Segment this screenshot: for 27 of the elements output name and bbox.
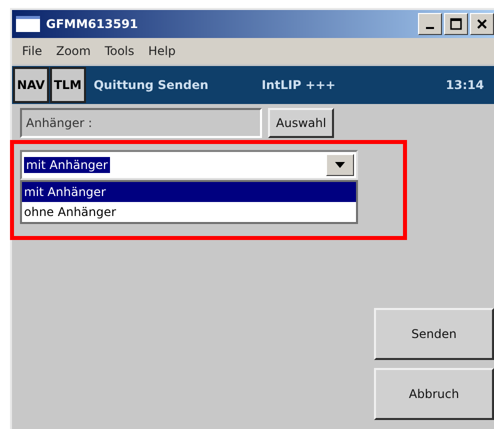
menu-item[interactable]: Zoom (56, 44, 91, 58)
menu-item[interactable]: Help (148, 44, 176, 58)
dropdown-option[interactable]: ohne Anhänger (22, 202, 356, 222)
close-button[interactable] (470, 13, 494, 35)
minimize-button[interactable] (418, 13, 442, 35)
dropdown-option[interactable]: mit Anhänger (22, 182, 356, 202)
cancel-button[interactable]: Abbruch (374, 368, 494, 420)
trailer-field[interactable]: Anhänger : (20, 108, 262, 138)
menu-item[interactable]: Tools (104, 44, 134, 58)
maximize-icon (450, 18, 462, 30)
clock-time: 13:14 (446, 78, 484, 92)
close-icon (477, 19, 487, 29)
maximize-button[interactable] (444, 13, 468, 35)
send-button[interactable]: Senden (374, 308, 494, 360)
caret-icon (335, 162, 345, 168)
nav-button[interactable]: NAV (13, 67, 49, 103)
select-button[interactable]: Auswahl (268, 108, 334, 138)
status-text: IntLIP +++ (262, 78, 337, 92)
dropdown-value: mit Anhänger (24, 157, 110, 173)
trailer-dropdown[interactable]: mit Anhänger (20, 150, 358, 180)
app-icon (16, 16, 40, 32)
dropdown-arrow-button[interactable] (326, 154, 354, 176)
nav-button[interactable]: TLM (50, 67, 86, 103)
menu-item[interactable]: File (22, 44, 42, 58)
window-title: GFMM613591 (46, 17, 140, 31)
screen-title: Quittung Senden (94, 78, 210, 92)
minimize-icon (426, 27, 434, 29)
